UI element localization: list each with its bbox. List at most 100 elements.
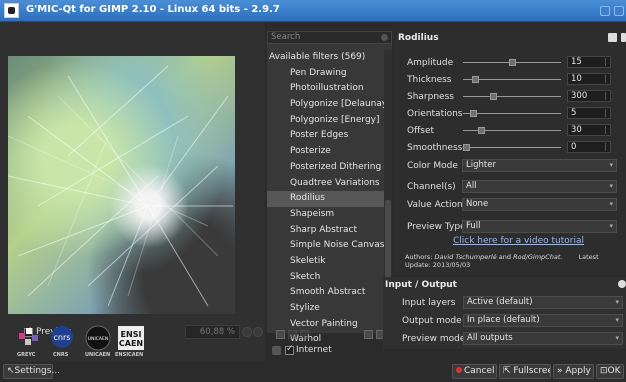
fullscreen-button[interactable]: ⇱ Fullscreen	[499, 364, 551, 379]
maximize-button[interactable]	[614, 6, 624, 16]
param-label: Smoothness	[407, 143, 463, 153]
slider-handle[interactable]	[472, 76, 479, 83]
param-label: Offset	[407, 126, 435, 136]
spin-box[interactable]: 30	[567, 124, 611, 136]
filter-item[interactable]: Sharp Abstract	[267, 223, 385, 239]
param-label: Value Action	[407, 200, 463, 210]
author-name-2: Rod/GimpChat.	[513, 253, 563, 261]
channels-select[interactable]: All ▾	[462, 180, 617, 193]
ok-label: OK	[607, 366, 621, 376]
slider-track[interactable]	[463, 59, 561, 66]
select-value: Full	[466, 221, 481, 231]
filter-item[interactable]: Smooth Abstract	[267, 285, 385, 301]
value-action-select[interactable]: None ▾	[462, 198, 617, 211]
spin-box[interactable]: 15	[567, 56, 611, 68]
spin-arrows[interactable]	[605, 58, 609, 66]
latest-label: Latest	[578, 253, 599, 261]
slider-handle[interactable]	[490, 93, 497, 100]
logos: cnrs UNICAEN ENSI CAEN GREYC CNRS UNICAE…	[5, 325, 165, 361]
ok-button[interactable]: ⊡OK	[596, 364, 624, 379]
filter-list-tools	[272, 330, 392, 342]
input-output-panel: Input / Output Input layers Active (defa…	[383, 277, 626, 349]
collapse-icon[interactable]	[618, 280, 626, 288]
filter-list: Available filters (569) Pen Drawing Phot…	[267, 50, 385, 348]
spin-arrows[interactable]	[605, 75, 609, 83]
filter-item[interactable]: Pen Drawing	[267, 66, 385, 82]
param-label: Amplitude	[407, 58, 454, 68]
zoom-field[interactable]: 60,88 %	[185, 325, 240, 339]
spin-box[interactable]: 10	[567, 73, 611, 85]
minimize-button[interactable]	[600, 6, 610, 16]
search-input[interactable]: Search	[267, 31, 392, 44]
list-view-icon[interactable]	[364, 330, 373, 339]
ensicaen-logo-text-top: ENSI	[121, 330, 142, 339]
spin-box[interactable]: 300	[567, 90, 611, 102]
spin-box[interactable]: 5	[567, 107, 611, 119]
filter-item[interactable]: Polygonize [Energy]	[267, 113, 385, 129]
slider-track[interactable]	[463, 76, 561, 83]
apply-button[interactable]: » Apply	[553, 364, 594, 379]
select-value: None	[466, 199, 489, 209]
filter-item[interactable]: Posterized Dithering	[267, 160, 385, 176]
filter-item[interactable]: Shapeism	[267, 207, 385, 223]
color-mode-select[interactable]: Lighter ▾	[462, 159, 617, 172]
slider-track[interactable]	[463, 110, 561, 117]
refresh-icon[interactable]	[272, 346, 281, 355]
io-label: Input layers	[402, 298, 456, 308]
internet-checkbox[interactable]	[285, 344, 294, 355]
spin-arrows[interactable]	[605, 92, 609, 100]
slider-track[interactable]	[463, 93, 561, 100]
internet-label: Internet	[296, 345, 332, 355]
slider-track[interactable]	[463, 144, 561, 151]
param-label: Color Mode	[407, 161, 458, 171]
chevron-down-icon: ▾	[609, 200, 613, 208]
preview-type-select[interactable]: Full ▾	[462, 220, 617, 233]
filter-item[interactable]: Photoillustration	[267, 81, 385, 97]
filter-item[interactable]: Quadtree Variations	[267, 176, 385, 192]
cancel-label: Cancel	[464, 366, 495, 376]
slider-handle[interactable]	[478, 127, 485, 134]
spin-value: 5	[571, 108, 577, 118]
filter-item[interactable]: Polygonize [Delaunay]	[267, 97, 385, 113]
ensicaen-logo-text-bottom: CAEN	[119, 339, 143, 348]
reset-icon[interactable]	[621, 33, 626, 42]
preview-mode-select[interactable]: All outputs ▾	[463, 332, 623, 345]
settings-icon: ↖	[7, 366, 15, 376]
filter-item[interactable]: Posterize	[267, 144, 385, 160]
spin-arrows[interactable]	[605, 143, 609, 151]
search-clear-icon[interactable]	[381, 34, 388, 41]
filter-item[interactable]: Poster Edges	[267, 128, 385, 144]
spin-arrows[interactable]	[605, 126, 609, 134]
output-mode-select[interactable]: In place (default) ▾	[463, 314, 623, 327]
apply-label: Apply	[565, 366, 591, 376]
zoom-in-icon[interactable]	[253, 327, 263, 337]
author-name: David Tschumperlé	[434, 253, 497, 261]
filter-category-header[interactable]: Available filters (569)	[267, 50, 385, 66]
filter-item[interactable]: Skeletik	[267, 254, 385, 270]
param-label: Preview Type	[407, 222, 466, 232]
zoom-out-icon[interactable]	[242, 327, 252, 337]
preview-area: Preview 60,88 %	[0, 22, 265, 362]
slider-handle[interactable]	[470, 110, 477, 117]
filter-item[interactable]: Sketch	[267, 270, 385, 286]
visibility-icon[interactable]	[300, 330, 309, 339]
update-date: Update: 2013/05/03	[405, 261, 471, 269]
cancel-button[interactable]: Cancel	[452, 364, 497, 379]
filter-item-selected[interactable]: Rodilius	[267, 191, 385, 207]
spin-arrows[interactable]	[605, 109, 609, 117]
copy-icon[interactable]	[608, 33, 617, 42]
slider-handle[interactable]	[463, 144, 470, 151]
filter-item[interactable]: Stylize	[267, 301, 385, 317]
slider-track[interactable]	[463, 127, 561, 134]
settings-button[interactable]: ↖Settings...	[3, 364, 60, 379]
logo-label-greyc: GREYC	[17, 352, 36, 358]
spin-box[interactable]: 0	[567, 141, 611, 153]
preview-image[interactable]	[8, 56, 235, 314]
authors-text: Authors: David Tschumperlé and Rod/GimpC…	[405, 253, 615, 269]
expand-icon[interactable]	[276, 330, 285, 339]
slider-handle[interactable]	[509, 59, 516, 66]
filter-item[interactable]: Simple Noise Canvas	[267, 238, 385, 254]
video-tutorial-link[interactable]: Click here for a video tutorial	[453, 236, 584, 246]
input-layers-select[interactable]: Active (default) ▾	[463, 296, 623, 309]
favorite-icon[interactable]	[288, 330, 297, 339]
